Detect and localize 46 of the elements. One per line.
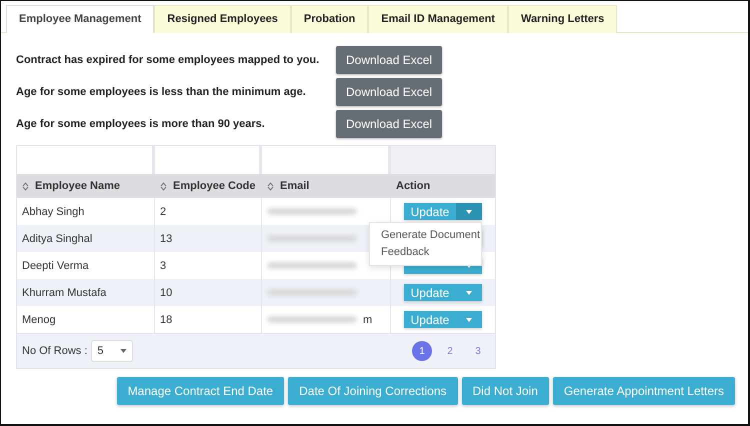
table-cell: 13 xyxy=(160,232,172,244)
sort-icon xyxy=(22,182,29,190)
download-excel-button[interactable]: Download Excel xyxy=(336,78,442,106)
dropdown-toggle[interactable] xyxy=(456,203,482,220)
table-cell: Aditya Singhal xyxy=(22,232,92,244)
column-label: Action xyxy=(396,180,430,192)
table-cell: 2 xyxy=(160,206,166,218)
table-cell: 18 xyxy=(160,314,172,326)
tab[interactable]: Employee Management xyxy=(6,5,154,33)
page-link[interactable]: 1 xyxy=(412,341,432,361)
dropdown-toggle[interactable] xyxy=(456,284,482,301)
tab[interactable]: Email ID Management xyxy=(368,5,508,33)
sort-icon xyxy=(267,182,274,190)
table-cell: 10 xyxy=(160,286,172,298)
caret-icon xyxy=(466,318,472,322)
tab[interactable]: Resigned Employees xyxy=(154,5,291,33)
column-label: Email xyxy=(280,180,310,192)
download-excel-button[interactable]: Download Excel xyxy=(336,110,442,138)
alert-message: Age for some employees is less than the minimum age. xyxy=(16,86,307,98)
filter-cell[interactable] xyxy=(17,146,155,174)
sort-icon xyxy=(160,182,167,190)
tab[interactable]: Warning Letters xyxy=(508,5,618,33)
page-link[interactable]: 3 xyxy=(468,341,488,361)
rows-select[interactable]: 5 xyxy=(91,340,134,362)
page-link[interactable]: 2 xyxy=(440,341,460,361)
menu-item[interactable]: Feedback xyxy=(370,244,481,261)
caret-icon xyxy=(466,290,472,294)
filter-cell[interactable] xyxy=(155,146,262,174)
caret-icon xyxy=(466,210,472,214)
menu-item[interactable]: Generate Document xyxy=(370,227,481,244)
table-cell: Abhay Singh xyxy=(22,206,84,218)
filter-cell[interactable] xyxy=(262,146,391,174)
download-excel-button[interactable]: Download Excel xyxy=(336,46,442,74)
column-label: Employee Name xyxy=(35,180,120,192)
table-cell: Khurram Mustafa xyxy=(22,286,106,298)
table-cell: Menog xyxy=(22,314,56,326)
rows-label: No Of Rows : xyxy=(22,345,88,357)
column-label: Employee Code xyxy=(173,180,256,192)
caret-icon xyxy=(120,349,128,353)
alert-message: Age for some employees is more than 90 years. xyxy=(16,118,266,130)
tab[interactable]: Probation xyxy=(290,5,368,33)
table-cell: m xyxy=(363,314,372,326)
dropdown-toggle[interactable] xyxy=(456,311,482,328)
table-cell: Deepti Verma xyxy=(22,260,89,272)
alert-message: Contract has expired for some employees mapped to you. xyxy=(16,54,320,66)
table-cell: 3 xyxy=(160,260,166,272)
